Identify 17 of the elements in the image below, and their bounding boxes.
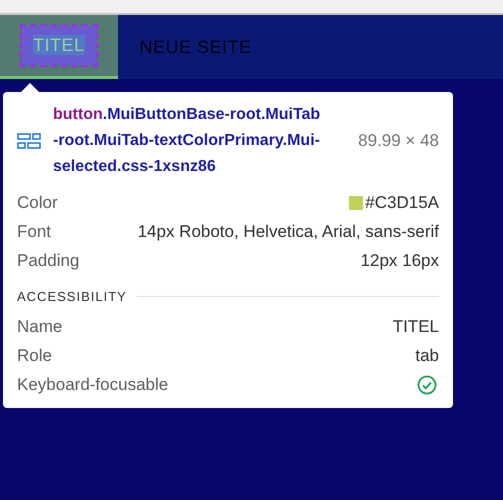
property-value: 14px Roboto, Helvetica, Arial, sans-serif bbox=[138, 220, 439, 243]
property-value: TITEL bbox=[392, 316, 439, 338]
layout-icon bbox=[17, 133, 41, 149]
element-selector: button.MuiButtonBase-root.MuiTab-root.MuiTab-textColorPrimary.Mui-selected.css-1xsnz86 bbox=[53, 105, 322, 177]
property-value: tab bbox=[415, 345, 439, 368]
property-label: Role bbox=[17, 345, 52, 368]
element-size: 89.99 × 48 bbox=[358, 130, 439, 152]
property-label: Name bbox=[17, 316, 62, 338]
property-label: Color bbox=[17, 192, 58, 214]
property-value: 12px 16px bbox=[360, 250, 439, 272]
property-label: Font bbox=[17, 220, 52, 243]
section-heading: ACCESSIBILITY bbox=[17, 288, 127, 306]
property-value: #C3D15A bbox=[365, 192, 439, 214]
property-label: Keyboard-focusable bbox=[17, 374, 168, 396]
tab[interactable]: NEUE SEITE bbox=[118, 15, 274, 79]
tab[interactable]: TITEL bbox=[0, 15, 118, 79]
property-label: Padding bbox=[17, 250, 80, 272]
